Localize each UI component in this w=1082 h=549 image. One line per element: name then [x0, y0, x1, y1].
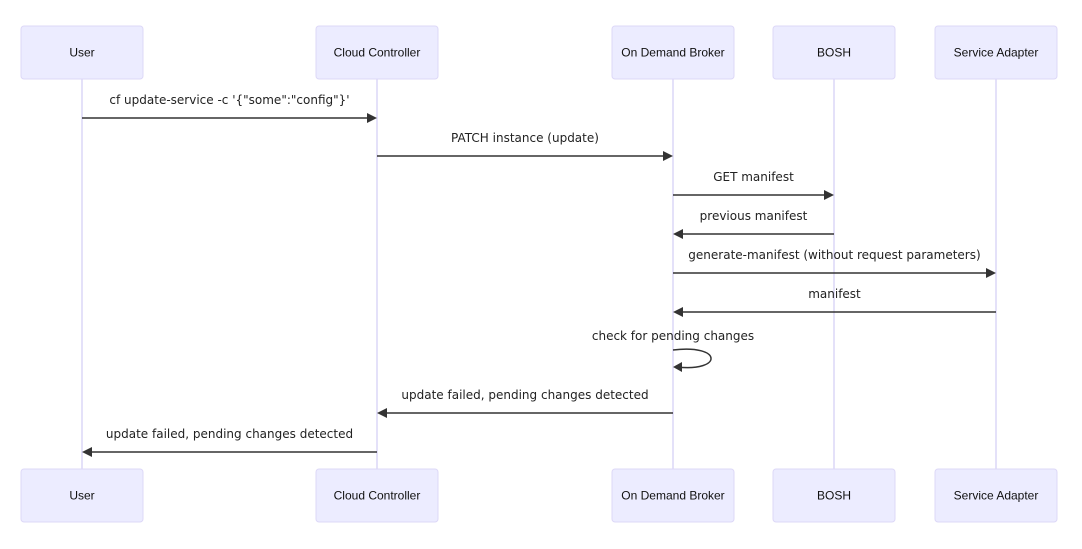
message-4: previous manifest [673, 209, 834, 239]
actor-label: Service Adapter [954, 46, 1039, 60]
arrowhead-icon [377, 408, 387, 418]
actor-label: On Demand Broker [621, 46, 724, 60]
actor-label: BOSH [817, 489, 851, 503]
message-label: manifest [808, 287, 861, 301]
arrowhead-icon [824, 190, 834, 200]
actor-sa-bottom[interactable]: Service Adapter [934, 468, 1058, 523]
actor-odb-top[interactable]: On Demand Broker [611, 25, 735, 80]
actor-label: User [69, 489, 94, 503]
actor-odb-bottom[interactable]: On Demand Broker [611, 468, 735, 523]
arrowhead-icon [986, 268, 996, 278]
actor-label: Cloud Controller [334, 46, 421, 60]
actor-cc-top[interactable]: Cloud Controller [315, 25, 439, 80]
actor-user-bottom[interactable]: User [20, 468, 144, 523]
actor-user-top[interactable]: User [20, 25, 144, 80]
message-label: previous manifest [700, 209, 808, 223]
sequence-diagram: User Cloud Controller On Demand Broker BOSH… [20, 25, 1058, 523]
message-1: cf update-service -c '{"some":"config"}' [82, 93, 377, 123]
actor-bosh-top[interactable]: BOSH [772, 25, 896, 80]
message-3: GET manifest [673, 170, 834, 200]
actor-label: BOSH [817, 46, 851, 60]
arrowhead-icon [673, 229, 683, 239]
actor-label: Cloud Controller [334, 489, 421, 503]
arrowhead-icon [673, 362, 682, 372]
message-label: cf update-service -c '{"some":"config"}' [109, 93, 349, 107]
message-2: PATCH instance (update) [377, 131, 673, 161]
message-label: generate-manifest (without request param… [688, 248, 980, 262]
actor-cc-bottom[interactable]: Cloud Controller [315, 468, 439, 523]
actor-sa-top[interactable]: Service Adapter [934, 25, 1058, 80]
message-label: update failed, pending changes detected [106, 427, 353, 441]
message-label: GET manifest [713, 170, 794, 184]
message-9: update failed, pending changes detected [82, 427, 377, 457]
arrowhead-icon [82, 447, 92, 457]
actor-label: Service Adapter [954, 489, 1039, 503]
actor-label: User [69, 46, 94, 60]
arrowhead-icon [663, 151, 673, 161]
arrowhead-icon [673, 307, 683, 317]
actor-label: On Demand Broker [621, 489, 724, 503]
message-label: check for pending changes [592, 329, 754, 343]
actor-bosh-bottom[interactable]: BOSH [772, 468, 896, 523]
message-8: update failed, pending changes detected [377, 388, 673, 418]
message-label: update failed, pending changes detected [401, 388, 648, 402]
message-label: PATCH instance (update) [451, 131, 599, 145]
arrowhead-icon [367, 113, 377, 123]
